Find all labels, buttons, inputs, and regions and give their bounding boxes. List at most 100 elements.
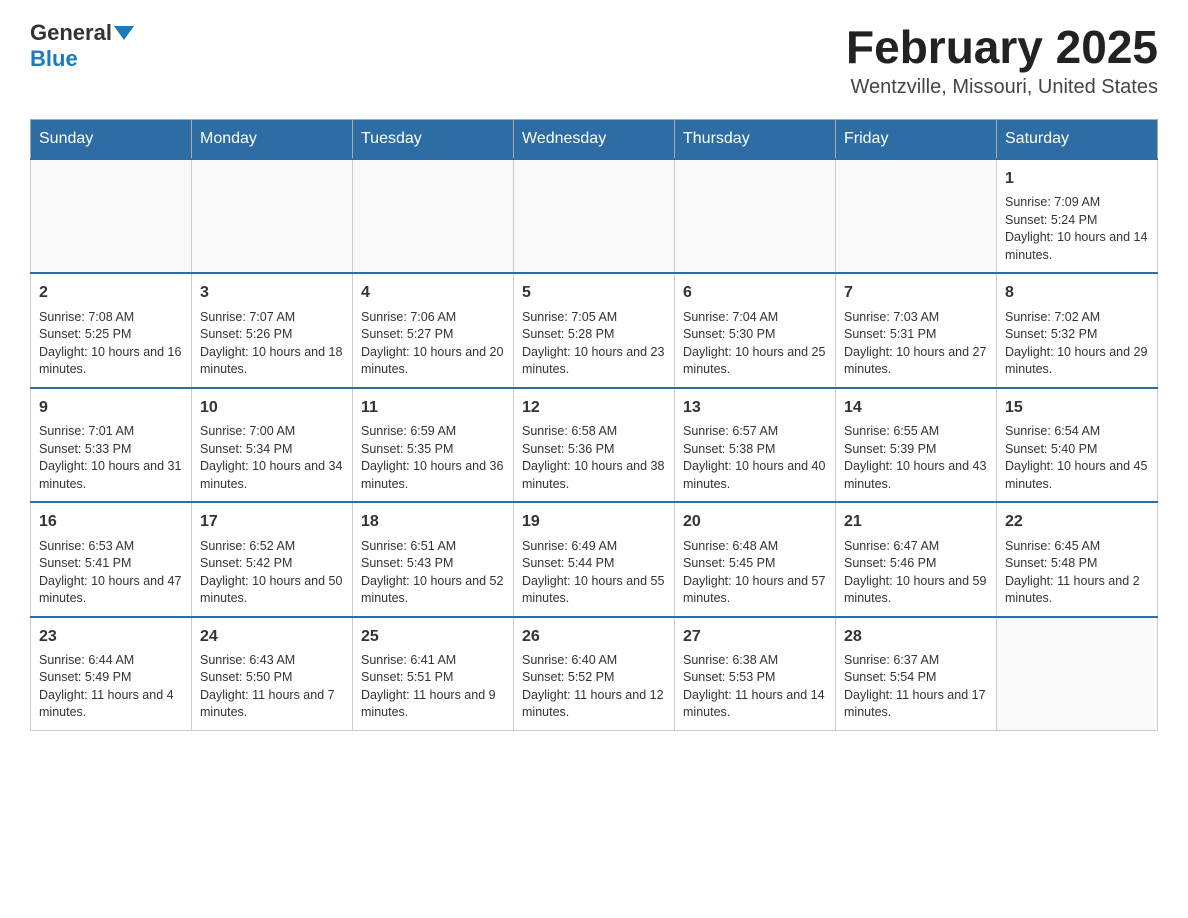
calendar-cell: 24Sunrise: 6:43 AM Sunset: 5:50 PM Dayli… <box>192 617 353 731</box>
calendar-header-monday: Monday <box>192 120 353 160</box>
calendar-header-thursday: Thursday <box>675 120 836 160</box>
calendar-table: SundayMondayTuesdayWednesdayThursdayFrid… <box>30 119 1158 731</box>
day-info: Sunrise: 7:07 AM Sunset: 5:26 PM Dayligh… <box>200 309 344 379</box>
calendar-cell: 18Sunrise: 6:51 AM Sunset: 5:43 PM Dayli… <box>353 502 514 616</box>
day-info: Sunrise: 6:47 AM Sunset: 5:46 PM Dayligh… <box>844 538 988 608</box>
day-number: 21 <box>844 511 988 533</box>
calendar-cell: 9Sunrise: 7:01 AM Sunset: 5:33 PM Daylig… <box>31 388 192 502</box>
day-number: 4 <box>361 282 505 304</box>
calendar-cell <box>675 159 836 273</box>
calendar-cell: 11 Sunrise: 6:59 AM Sunset: 5:35 PM Dayli… <box>353 388 514 502</box>
calendar-cell: 10Sunrise: 7:00 AM Sunset: 5:34 PM Dayli… <box>192 388 353 502</box>
day-number: 7 <box>844 282 988 304</box>
logo-blue-text: Blue <box>30 46 78 71</box>
calendar-cell <box>192 159 353 273</box>
calendar-cell: 21 Sunrise: 6:47 AM Sunset: 5:46 PM Dayli… <box>836 502 997 616</box>
day-number: 11 <box>361 397 505 419</box>
calendar-header-tuesday: Tuesday <box>353 120 514 160</box>
month-title: February 2025 <box>846 20 1158 74</box>
calendar-header-saturday: Saturday <box>997 120 1158 160</box>
day-info: Sunrise: 6:48 AM Sunset: 5:45 PM Dayligh… <box>683 538 827 608</box>
day-number: 25 <box>361 626 505 648</box>
calendar-cell <box>514 159 675 273</box>
calendar-cell: 7 Sunrise: 7:03 AM Sunset: 5:31 PM Daylig… <box>836 273 997 387</box>
day-number: 3 <box>200 282 344 304</box>
calendar-cell: 22 Sunrise: 6:45 AM Sunset: 5:48 PM Dayli… <box>997 502 1158 616</box>
calendar-cell: 26Sunrise: 6:40 AM Sunset: 5:52 PM Dayli… <box>514 617 675 731</box>
day-info: Sunrise: 7:05 AM Sunset: 5:28 PM Dayligh… <box>522 309 666 379</box>
day-info: Sunrise: 7:04 AM Sunset: 5:30 PM Dayligh… <box>683 309 827 379</box>
calendar-header-sunday: Sunday <box>31 120 192 160</box>
location-title: Wentzville, Missouri, United States <box>846 76 1158 99</box>
calendar-week-row: 23 Sunrise: 6:44 AM Sunset: 5:49 PM Dayli… <box>31 617 1158 731</box>
day-info: Sunrise: 6:59 AM Sunset: 5:35 PM Dayligh… <box>361 423 505 493</box>
day-info: Sunrise: 6:55 AM Sunset: 5:39 PM Dayligh… <box>844 423 988 493</box>
calendar-cell: 1 Sunrise: 7:09 AM Sunset: 5:24 PM Daylig… <box>997 159 1158 273</box>
day-number: 9 <box>39 397 183 419</box>
day-number: 26 <box>522 626 666 648</box>
calendar-cell: 19 Sunrise: 6:49 AM Sunset: 5:44 PM Dayli… <box>514 502 675 616</box>
day-number: 6 <box>683 282 827 304</box>
calendar-cell <box>353 159 514 273</box>
calendar-header-wednesday: Wednesday <box>514 120 675 160</box>
calendar-cell: 8 Sunrise: 7:02 AM Sunset: 5:32 PM Daylig… <box>997 273 1158 387</box>
calendar-cell: 6 Sunrise: 7:04 AM Sunset: 5:30 PM Daylig… <box>675 273 836 387</box>
day-info: Sunrise: 6:37 AM Sunset: 5:54 PM Dayligh… <box>844 652 988 722</box>
calendar-cell: 3 Sunrise: 7:07 AM Sunset: 5:26 PM Daylig… <box>192 273 353 387</box>
calendar-cell: 12Sunrise: 6:58 AM Sunset: 5:36 PM Dayli… <box>514 388 675 502</box>
day-info: Sunrise: 6:41 AM Sunset: 5:51 PM Dayligh… <box>361 652 505 722</box>
day-info: Sunrise: 6:58 AM Sunset: 5:36 PM Dayligh… <box>522 423 666 493</box>
logo-general-text: General <box>30 20 112 46</box>
day-number: 16 <box>39 511 183 533</box>
day-number: 8 <box>1005 282 1149 304</box>
calendar-cell: 17 Sunrise: 6:52 AM Sunset: 5:42 PM Dayli… <box>192 502 353 616</box>
calendar-cell: 15 Sunrise: 6:54 AM Sunset: 5:40 PM Dayli… <box>997 388 1158 502</box>
day-number: 17 <box>200 511 344 533</box>
day-number: 13 <box>683 397 827 419</box>
day-number: 14 <box>844 397 988 419</box>
day-info: Sunrise: 6:43 AM Sunset: 5:50 PM Dayligh… <box>200 652 344 722</box>
day-info: Sunrise: 7:09 AM Sunset: 5:24 PM Dayligh… <box>1005 194 1149 264</box>
day-info: Sunrise: 6:49 AM Sunset: 5:44 PM Dayligh… <box>522 538 666 608</box>
day-number: 19 <box>522 511 666 533</box>
calendar-cell: 27 Sunrise: 6:38 AM Sunset: 5:53 PM Dayli… <box>675 617 836 731</box>
calendar-week-row: 16 Sunrise: 6:53 AM Sunset: 5:41 PM Dayli… <box>31 502 1158 616</box>
calendar-cell <box>836 159 997 273</box>
day-info: Sunrise: 6:57 AM Sunset: 5:38 PM Dayligh… <box>683 423 827 493</box>
day-info: Sunrise: 7:02 AM Sunset: 5:32 PM Dayligh… <box>1005 309 1149 379</box>
calendar-cell: 25 Sunrise: 6:41 AM Sunset: 5:51 PM Dayli… <box>353 617 514 731</box>
day-info: Sunrise: 7:03 AM Sunset: 5:31 PM Dayligh… <box>844 309 988 379</box>
calendar-cell: 14 Sunrise: 6:55 AM Sunset: 5:39 PM Dayli… <box>836 388 997 502</box>
calendar-cell: 13 Sunrise: 6:57 AM Sunset: 5:38 PM Dayli… <box>675 388 836 502</box>
title-section: February 2025 Wentzville, Missouri, Unit… <box>846 20 1158 99</box>
day-info: Sunrise: 6:53 AM Sunset: 5:41 PM Dayligh… <box>39 538 183 608</box>
day-info: Sunrise: 6:45 AM Sunset: 5:48 PM Dayligh… <box>1005 538 1149 608</box>
calendar-cell: 23 Sunrise: 6:44 AM Sunset: 5:49 PM Dayli… <box>31 617 192 731</box>
calendar-cell <box>31 159 192 273</box>
day-info: Sunrise: 7:00 AM Sunset: 5:34 PM Dayligh… <box>200 423 344 493</box>
day-number: 1 <box>1005 168 1149 190</box>
calendar-cell <box>997 617 1158 731</box>
day-number: 23 <box>39 626 183 648</box>
calendar-cell: 16 Sunrise: 6:53 AM Sunset: 5:41 PM Dayli… <box>31 502 192 616</box>
calendar-cell: 4Sunrise: 7:06 AM Sunset: 5:27 PM Daylig… <box>353 273 514 387</box>
day-number: 27 <box>683 626 827 648</box>
day-number: 22 <box>1005 511 1149 533</box>
calendar-cell: 28 Sunrise: 6:37 AM Sunset: 5:54 PM Dayli… <box>836 617 997 731</box>
day-info: Sunrise: 6:54 AM Sunset: 5:40 PM Dayligh… <box>1005 423 1149 493</box>
day-number: 20 <box>683 511 827 533</box>
logo-triangle-icon <box>114 26 134 40</box>
day-number: 2 <box>39 282 183 304</box>
calendar-cell: 20 Sunrise: 6:48 AM Sunset: 5:45 PM Dayli… <box>675 502 836 616</box>
day-info: Sunrise: 6:38 AM Sunset: 5:53 PM Dayligh… <box>683 652 827 722</box>
day-number: 18 <box>361 511 505 533</box>
day-number: 28 <box>844 626 988 648</box>
day-number: 15 <box>1005 397 1149 419</box>
calendar-week-row: 2 Sunrise: 7:08 AM Sunset: 5:25 PM Daylig… <box>31 273 1158 387</box>
calendar-header-row: SundayMondayTuesdayWednesdayThursdayFrid… <box>31 120 1158 160</box>
day-info: Sunrise: 7:08 AM Sunset: 5:25 PM Dayligh… <box>39 309 183 379</box>
day-info: Sunrise: 6:52 AM Sunset: 5:42 PM Dayligh… <box>200 538 344 608</box>
calendar-header-friday: Friday <box>836 120 997 160</box>
page-header: General Blue February 2025 Wentzville, M… <box>30 20 1158 99</box>
day-info: Sunrise: 6:44 AM Sunset: 5:49 PM Dayligh… <box>39 652 183 722</box>
